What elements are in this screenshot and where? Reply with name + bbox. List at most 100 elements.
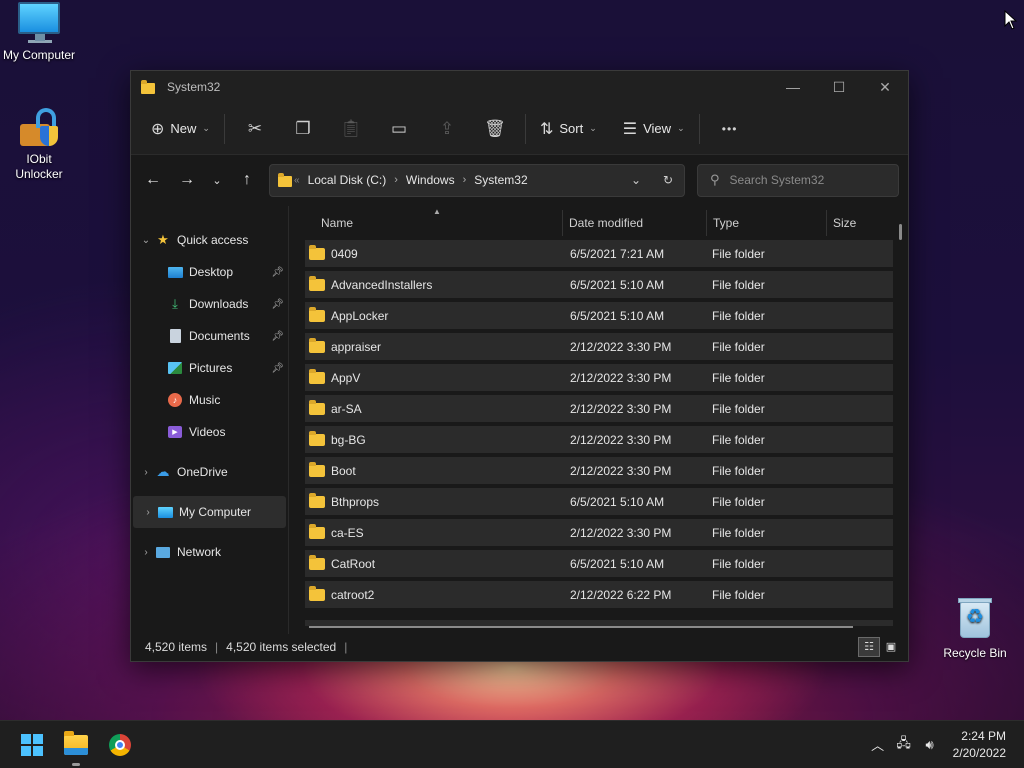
list-item[interactable]: ar-SA 2/12/2022 3:30 PM File folder [305, 395, 893, 422]
navigation-pane: ⌄ ★ Quick access Desktop 📌︎ ⤓ Downloads … [131, 206, 289, 634]
taskbar-file-explorer[interactable] [54, 723, 98, 767]
back-button[interactable]: ← [137, 164, 169, 196]
breadcrumb-system32[interactable]: System32 [474, 173, 527, 187]
document-icon [167, 328, 183, 344]
status-divider: | [215, 639, 219, 654]
file-date: 6/5/2021 5:10 AM [570, 308, 665, 323]
rename-button[interactable]: ▭ [375, 111, 423, 147]
file-type: File folder [712, 432, 765, 447]
list-item[interactable]: appraiser 2/12/2022 3:30 PM File folder [305, 333, 893, 360]
list-item[interactable]: 0409 6/5/2021 7:21 AM File folder [305, 240, 893, 267]
file-date: 2/12/2022 3:30 PM [570, 463, 672, 478]
chevron-right-icon[interactable]: › [139, 467, 153, 478]
address-dropdown-icon[interactable]: ⌄ [620, 173, 652, 187]
search-input[interactable]: ⚲ Search System32 [697, 163, 899, 197]
list-item[interactable]: AdvancedInstallers 6/5/2021 5:10 AM File f… [305, 271, 893, 298]
list-item[interactable]: catroot2 2/12/2022 6:22 PM File folder [305, 581, 893, 608]
sidebar-item-label: Quick access [177, 233, 249, 247]
maximize-button[interactable]: ☐ [816, 71, 862, 103]
file-name: appraiser [331, 339, 382, 354]
chevron-right-icon: › [462, 174, 467, 186]
tiles-view-icon[interactable]: ▣ [880, 637, 902, 657]
vertical-scrollbar[interactable] [899, 224, 902, 240]
column-header-type[interactable]: Type [707, 210, 827, 236]
sidebar-item-network[interactable]: › Network [131, 536, 288, 568]
taskbar-chrome[interactable] [98, 723, 142, 767]
view-button-label: View [643, 121, 672, 136]
sidebar-item-onedrive[interactable]: › ☁ OneDrive [131, 456, 288, 488]
refresh-icon[interactable]: ↻ [652, 173, 684, 187]
minimize-button[interactable]: — [770, 71, 816, 103]
forward-button[interactable]: → [171, 164, 203, 196]
file-type: File folder [712, 370, 765, 385]
view-button[interactable]: ☰ View ⌄ [615, 111, 693, 147]
desktop-icon-iobit-unlocker[interactable]: IObit Unlocker [0, 106, 81, 182]
chevron-right-icon[interactable]: › [139, 547, 153, 558]
chevron-down-icon: ⌄ [589, 123, 597, 133]
overflow-chevron-icon[interactable]: « [294, 175, 300, 186]
list-item[interactable]: bg-BG 2/12/2022 3:30 PM File folder [305, 426, 893, 453]
file-name: AdvancedInstallers [331, 277, 433, 292]
list-item[interactable]: CatRoot 6/5/2021 5:10 AM File folder [305, 550, 893, 577]
paste-button[interactable]: 📋︎ [327, 111, 375, 147]
list-item[interactable]: AppV 2/12/2022 3:30 PM File folder [305, 364, 893, 391]
sidebar-item-documents[interactable]: Documents 📌︎ [131, 320, 288, 352]
details-view-icon[interactable]: ☷ [858, 636, 880, 657]
start-button[interactable] [10, 723, 54, 767]
column-header-date[interactable]: Date modified [563, 210, 707, 236]
column-header-size[interactable]: Size [827, 210, 897, 236]
title-bar[interactable]: System32 — ☐ ✕ [131, 71, 908, 103]
sidebar-item-pictures[interactable]: Pictures 📌︎ [131, 352, 288, 384]
search-placeholder: Search System32 [729, 173, 825, 187]
delete-button[interactable]: 🗑︎ [471, 111, 519, 147]
breadcrumb-local-disk[interactable]: Local Disk (C:) [308, 173, 387, 187]
sidebar-item-desktop[interactable]: Desktop 📌︎ [131, 256, 288, 288]
share-button[interactable]: ⇪ [423, 111, 471, 147]
file-explorer-window[interactable]: System32 — ☐ ✕ ⊕ New ⌄ ✂ ❐ 📋︎ ▭ ⇪ 🗑︎ ⇅ S… [130, 70, 909, 662]
file-name: ar-SA [331, 401, 362, 416]
pictures-icon [167, 360, 183, 376]
desktop-icon-label: My Computer [2, 48, 76, 62]
sort-ascending-icon: ▲ [433, 207, 441, 216]
file-name-cell: AdvancedInstallers [305, 275, 568, 292]
videos-icon: ▶ [167, 424, 183, 440]
sidebar-item-videos[interactable]: ▶ Videos [131, 416, 288, 448]
horizontal-scrollbar[interactable] [309, 626, 853, 628]
sidebar-item-my-computer[interactable]: › My Computer [133, 496, 286, 528]
file-type: File folder [712, 401, 765, 416]
address-bar[interactable]: « Local Disk (C:) › Windows › System32 ⌄… [269, 163, 685, 197]
chevron-down-icon[interactable]: ⌄ [139, 235, 153, 246]
list-item[interactable]: Bthprops 6/5/2021 5:10 AM File folder [305, 488, 893, 515]
computer-icon [18, 2, 60, 43]
sort-button[interactable]: ⇅ Sort ⌄ [532, 111, 605, 147]
clock[interactable]: 2:24 PM 2/20/2022 [953, 728, 1006, 762]
new-button[interactable]: ⊕ New ⌄ [143, 111, 218, 147]
volume-icon[interactable]: 🔊︎ [917, 737, 943, 753]
recent-locations-button[interactable]: ⌄ [203, 164, 231, 196]
file-name-cell: CatRoot [305, 554, 568, 571]
file-name: Bthprops [331, 494, 380, 509]
sidebar-item-downloads[interactable]: ⤓ Downloads 📌︎ [131, 288, 288, 320]
sidebar-item-label: Network [177, 545, 222, 559]
window-title: System32 [167, 80, 221, 94]
show-hidden-icons-chevron-icon[interactable]: ︿ [865, 735, 891, 754]
list-item[interactable]: AppLocker 6/5/2021 5:10 AM File folder [305, 302, 893, 329]
sidebar-item-quick-access[interactable]: ⌄ ★ Quick access [131, 224, 288, 256]
network-icon[interactable]: 🖧︎ [891, 734, 917, 756]
cut-button[interactable]: ✂ [231, 111, 279, 147]
chevron-right-icon[interactable]: › [141, 507, 155, 518]
list-item[interactable]: ca-ES 2/12/2022 3:30 PM File folder [305, 519, 893, 546]
more-options-button[interactable]: ••• [706, 111, 754, 147]
breadcrumb-windows[interactable]: Windows [406, 173, 455, 187]
copy-button[interactable]: ❐ [279, 111, 327, 147]
desktop-icon-recycle-bin[interactable]: Recycle Bin [933, 596, 1017, 661]
list-item[interactable]: Boot 2/12/2022 3:30 PM File folder [305, 457, 893, 484]
file-type: File folder [712, 494, 765, 509]
sidebar-item-label: Videos [189, 425, 226, 439]
sidebar-item-music[interactable]: ♪ Music [131, 384, 288, 416]
file-name: catroot2 [331, 587, 375, 602]
up-button[interactable]: ↑ [231, 164, 263, 196]
folder-icon [309, 244, 325, 260]
close-button[interactable]: ✕ [862, 71, 908, 103]
desktop-icon-my-computer[interactable]: My Computer [0, 2, 81, 63]
